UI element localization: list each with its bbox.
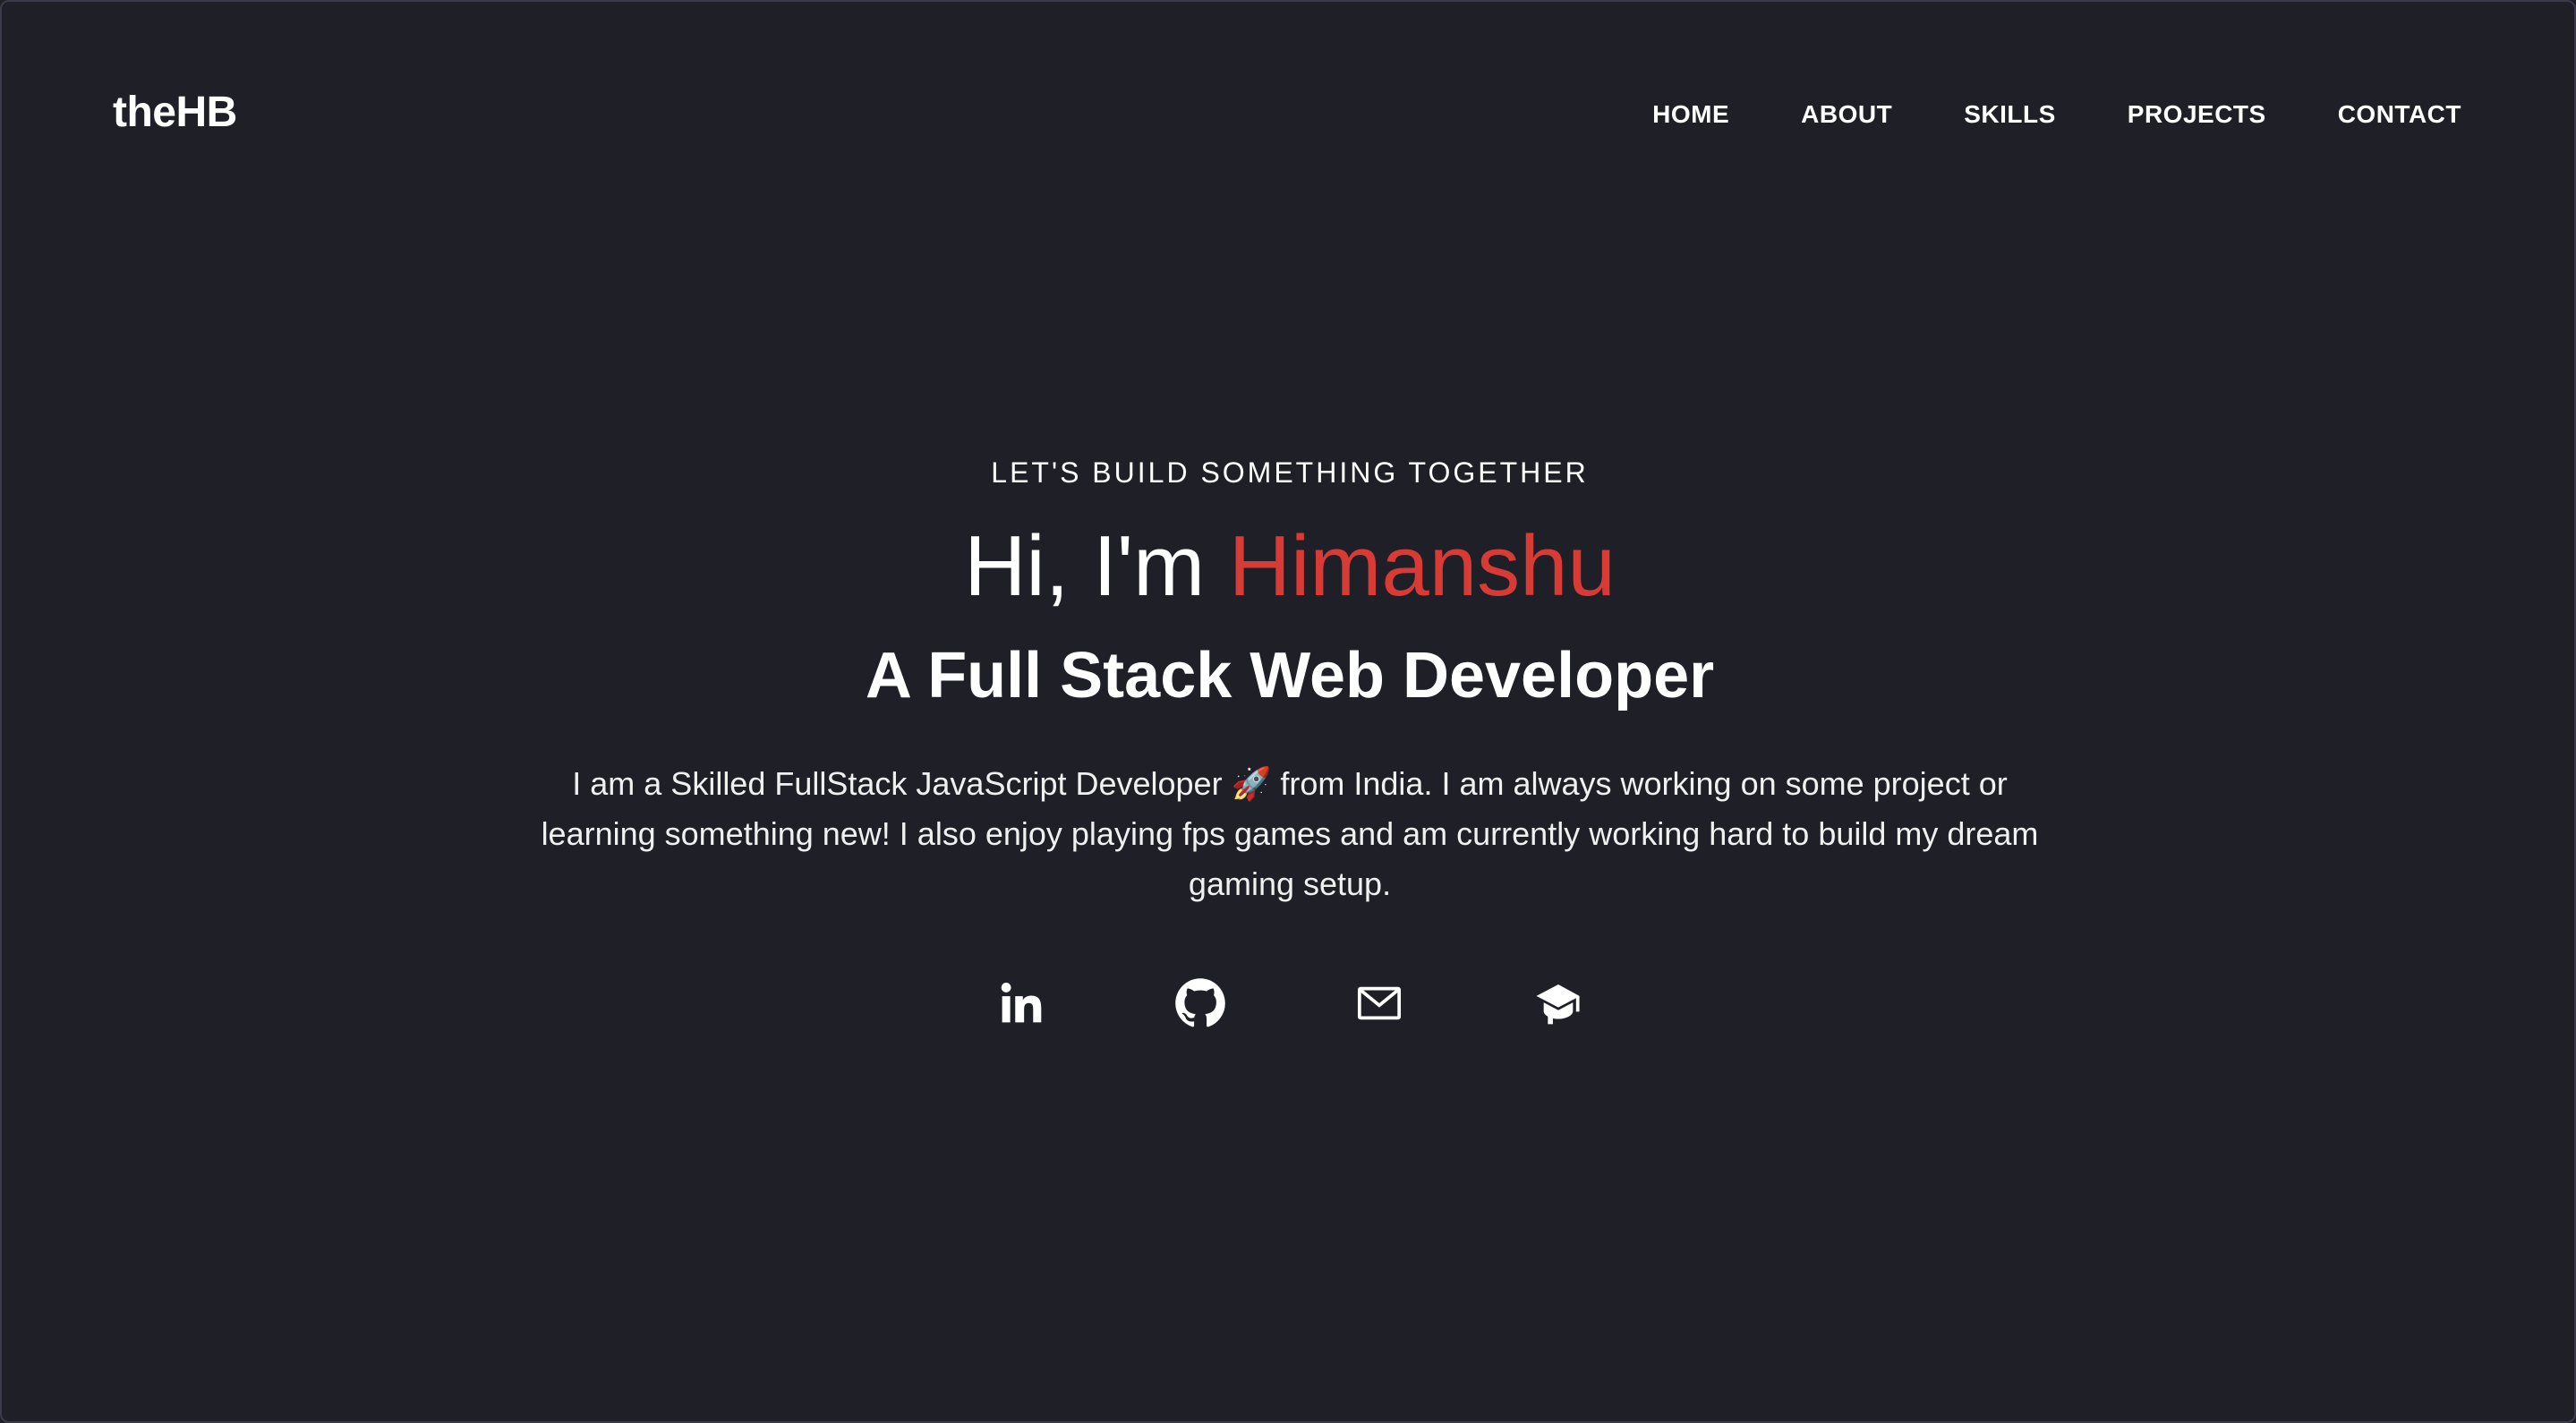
nav-item-about[interactable]: ABOUT <box>1801 100 1892 129</box>
education-link[interactable] <box>1469 972 1648 1035</box>
hero-name: Himanshu <box>1228 518 1616 614</box>
nav-item-contact[interactable]: CONTACT <box>2338 100 2461 129</box>
nav-item-skills[interactable]: SKILLS <box>1964 100 2056 129</box>
nav-item-home[interactable]: HOME <box>1652 100 1729 129</box>
nav-links: HOME ABOUT SKILLS PROJECTS CONTACT <box>1581 100 2461 129</box>
github-icon <box>1174 977 1226 1029</box>
hero-section: LET'S BUILD SOMETHING TOGETHER Hi, I'm H… <box>2 449 2576 1035</box>
graduation-cap-icon <box>1533 978 1583 1028</box>
hero-greeting: Hi, I'm Himanshu <box>2 517 2576 616</box>
greeting-prefix: Hi, I'm <box>964 518 1229 614</box>
page: theHB HOME ABOUT SKILLS PROJECTS CONTACT… <box>0 0 2576 1423</box>
hero-bio: I am a Skilled FullStack JavaScript Deve… <box>541 765 2039 902</box>
hero-eyebrow: LET'S BUILD SOMETHING TOGETHER <box>991 456 1589 489</box>
social-links <box>932 972 1648 1035</box>
hero-role: A Full Stack Web Developer <box>865 640 1715 712</box>
mail-link[interactable] <box>1290 972 1469 1035</box>
github-link[interactable] <box>1111 972 1290 1035</box>
linkedin-icon <box>997 979 1045 1027</box>
nav-item-projects[interactable]: PROJECTS <box>2128 100 2266 129</box>
site-logo[interactable]: theHB <box>113 88 237 137</box>
mail-icon <box>1354 978 1404 1028</box>
linkedin-link[interactable] <box>932 972 1111 1035</box>
navbar: theHB HOME ABOUT SKILLS PROJECTS CONTACT <box>2 2 2576 226</box>
